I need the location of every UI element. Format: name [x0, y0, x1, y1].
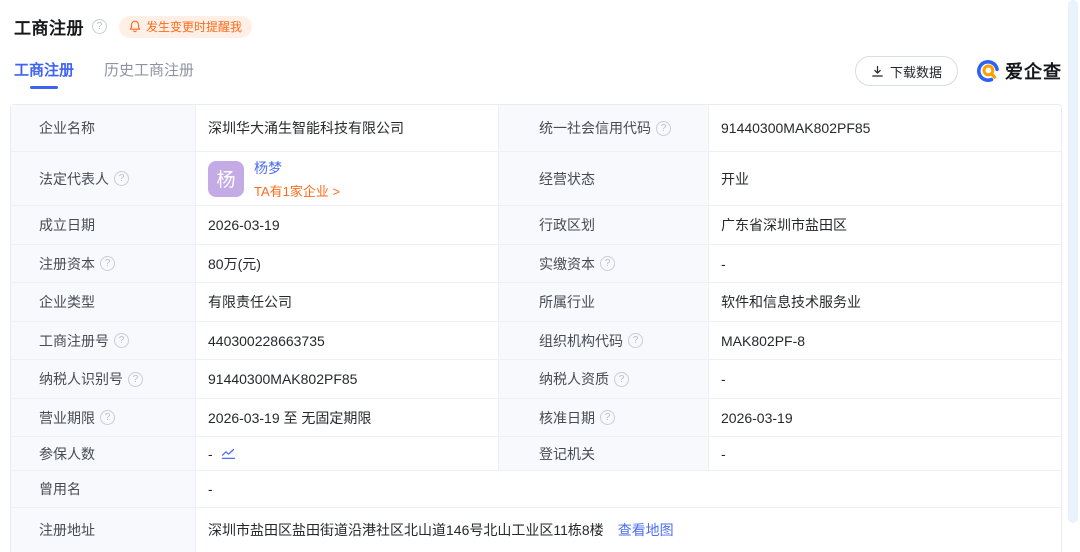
help-icon[interactable]: ? [600, 256, 615, 271]
table-row: 参保人数 - 登记机关 - [11, 436, 1061, 470]
business-term-value: 2026-03-19 至 无固定期限 [196, 399, 499, 436]
reg-capital-label: 注册资本 ? [11, 245, 196, 282]
est-date-label: 成立日期 [11, 206, 196, 244]
page-header: 工商注册 ? 发生变更时提醒我 工商注册 历史工商注册 [0, 0, 1080, 92]
former-name-label: 曾用名 [11, 471, 196, 507]
help-icon[interactable]: ? [100, 256, 115, 271]
reg-address-value: 深圳市盐田区盐田街道沿港社区北山道146号北山工业区11栋8楼 查看地图 [196, 508, 1061, 552]
paid-capital-label: 实缴资本 ? [499, 245, 709, 282]
est-date-value: 2026-03-19 [196, 206, 499, 244]
org-code-label: 组织机构代码 ? [499, 322, 709, 359]
table-row: 纳税人识别号 ? 91440300MAK802PF85 纳税人资质 ? - [11, 359, 1061, 398]
change-notify-label: 发生变更时提醒我 [146, 18, 242, 35]
help-icon[interactable]: ? [114, 171, 129, 186]
industry-value: 软件和信息技术服务业 [709, 283, 1061, 321]
status-label: 经营状态 [499, 152, 709, 205]
download-label: 下载数据 [890, 62, 942, 81]
approval-date-label: 核准日期 ? [499, 399, 709, 436]
toolbar-row: 工商注册 历史工商注册 下载数据 [14, 56, 1062, 92]
title-row: 工商注册 ? 发生变更时提醒我 [14, 14, 1062, 39]
insured-trend-chart-icon[interactable] [221, 447, 236, 460]
org-code-value: MAK802PF-8 [709, 322, 1061, 359]
tabs: 工商注册 历史工商注册 [14, 59, 194, 89]
company-type-label: 企业类型 [11, 283, 196, 321]
download-icon [871, 65, 884, 78]
download-data-button[interactable]: 下载数据 [855, 56, 958, 86]
taxpayer-id-value: 91440300MAK802PF85 [196, 360, 499, 398]
page-title: 工商注册 [14, 14, 84, 39]
credit-code-value: 91440300MAK802PF85 [709, 105, 1061, 151]
legal-rep-avatar[interactable]: 杨 [208, 161, 244, 197]
reg-address-label: 注册地址 [11, 508, 196, 552]
help-icon[interactable]: ? [628, 333, 643, 348]
table-row: 企业名称 深圳华大涌生智能科技有限公司 统一社会信用代码 ? 91440300M… [11, 105, 1061, 151]
tab-history-registration[interactable]: 历史工商注册 [104, 59, 194, 89]
table-row: 注册资本 ? 80万(元) 实缴资本 ? - [11, 244, 1061, 282]
insured-count-value: - [196, 437, 499, 470]
credit-code-label: 统一社会信用代码 ? [499, 105, 709, 151]
former-name-value: - [196, 471, 1061, 507]
page-scrollbar[interactable] [1068, 0, 1078, 523]
aiqicha-logo-icon [976, 59, 1000, 83]
legal-rep-label: 法定代表人 ? [11, 152, 196, 205]
status-value: 开业 [709, 152, 1061, 205]
legal-rep-companies-link[interactable]: TA有1家企业 > [254, 181, 340, 200]
legal-rep-card: 杨 杨梦 TA有1家企业 > [208, 158, 340, 200]
title-help-icon[interactable]: ? [92, 19, 107, 34]
legal-rep-links: 杨梦 TA有1家企业 > [254, 158, 340, 200]
district-value: 广东省深圳市盐田区 [709, 206, 1061, 244]
legal-rep-name-link[interactable]: 杨梦 [254, 158, 340, 178]
view-map-link[interactable]: 查看地图 [618, 520, 674, 540]
help-icon[interactable]: ? [656, 121, 671, 136]
help-icon[interactable]: ? [600, 410, 615, 425]
right-tools: 下载数据 爱企查 [855, 56, 1062, 92]
paid-capital-value: - [709, 245, 1061, 282]
table-row: 企业类型 有限责任公司 所属行业 软件和信息技术服务业 [11, 282, 1061, 321]
reg-number-value: 440300228663735 [196, 322, 499, 359]
help-icon[interactable]: ? [128, 372, 143, 387]
district-label: 行政区划 [499, 206, 709, 244]
table-row: 注册地址 深圳市盐田区盐田街道沿港社区北山道146号北山工业区11栋8楼 查看地… [11, 507, 1061, 552]
bell-icon [129, 20, 141, 33]
table-row: 成立日期 2026-03-19 行政区划 广东省深圳市盐田区 [11, 205, 1061, 244]
table-row: 营业期限 ? 2026-03-19 至 无固定期限 核准日期 ? 2026-03… [11, 398, 1061, 436]
company-name-label: 企业名称 [11, 105, 196, 151]
table-row: 曾用名 - [11, 470, 1061, 507]
registration-authority-label: 登记机关 [499, 437, 709, 470]
taxpayer-qualification-label: 纳税人资质 ? [499, 360, 709, 398]
help-icon[interactable]: ? [114, 333, 129, 348]
company-name-value: 深圳华大涌生智能科技有限公司 [196, 105, 499, 151]
business-term-label: 营业期限 ? [11, 399, 196, 436]
help-icon[interactable]: ? [100, 410, 115, 425]
insured-count-label: 参保人数 [11, 437, 196, 470]
brand-logo[interactable]: 爱企查 [976, 58, 1062, 84]
change-notify-button[interactable]: 发生变更时提醒我 [119, 16, 252, 38]
taxpayer-qualification-value: - [709, 360, 1061, 398]
reg-number-label: 工商注册号 ? [11, 322, 196, 359]
approval-date-value: 2026-03-19 [709, 399, 1061, 436]
registration-authority-value: - [709, 437, 1061, 470]
registration-info-table: 企业名称 深圳华大涌生智能科技有限公司 统一社会信用代码 ? 91440300M… [10, 104, 1062, 552]
table-row: 工商注册号 ? 440300228663735 组织机构代码 ? MAK802P… [11, 321, 1061, 359]
brand-name: 爱企查 [1005, 58, 1062, 84]
taxpayer-id-label: 纳税人识别号 ? [11, 360, 196, 398]
company-type-value: 有限责任公司 [196, 283, 499, 321]
help-icon[interactable]: ? [614, 372, 629, 387]
tab-business-registration[interactable]: 工商注册 [14, 59, 74, 89]
reg-address-text: 深圳市盐田区盐田街道沿港社区北山道146号北山工业区11栋8楼 [208, 520, 604, 540]
reg-capital-value: 80万(元) [196, 245, 499, 282]
industry-label: 所属行业 [499, 283, 709, 321]
legal-rep-value: 杨 杨梦 TA有1家企业 > [196, 152, 499, 205]
table-row: 法定代表人 ? 杨 杨梦 TA有1家企业 > 经营状态 开业 [11, 151, 1061, 205]
